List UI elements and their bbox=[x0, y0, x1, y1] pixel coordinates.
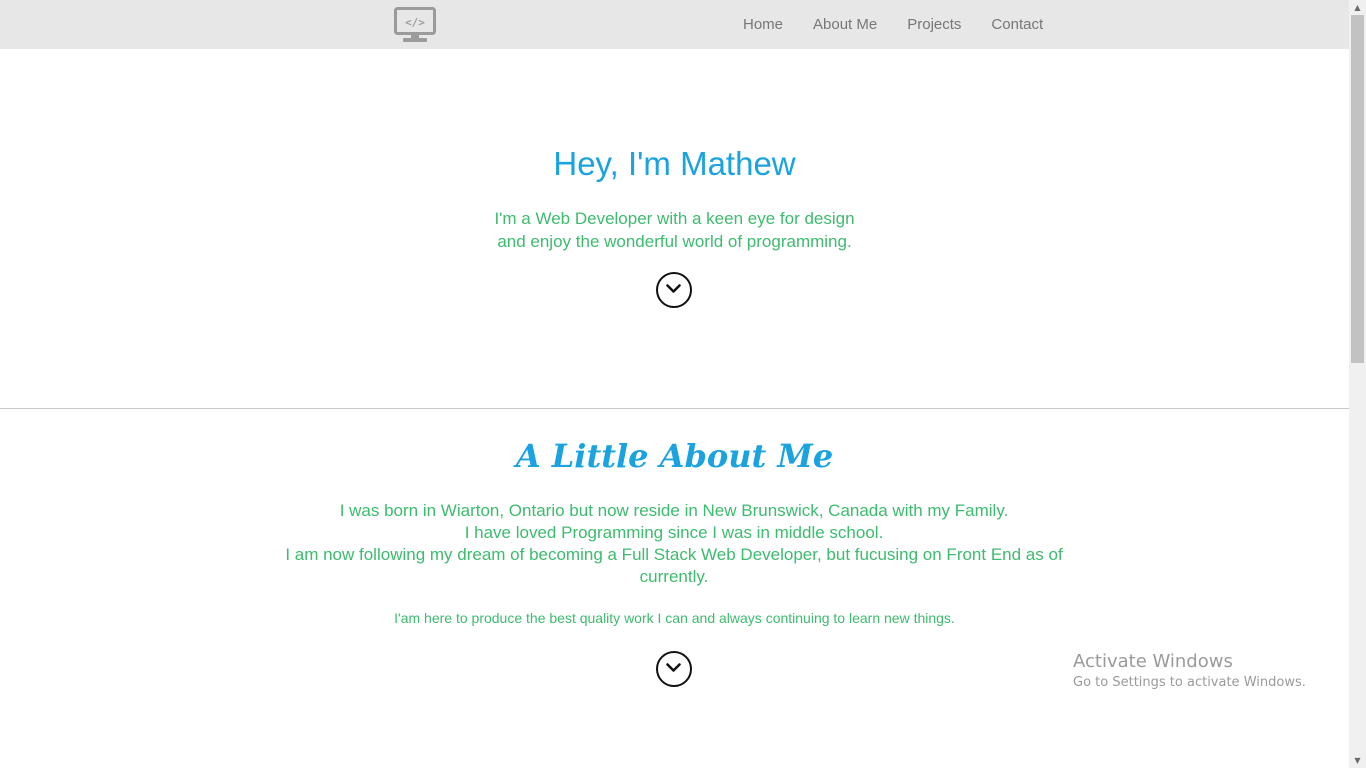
about-title: A Little About Me bbox=[515, 437, 834, 475]
scrollbar-thumb[interactable] bbox=[1351, 15, 1364, 363]
nav-link-projects[interactable]: Projects bbox=[892, 16, 976, 33]
about-paragraph: I was born in Wiarton, Ontario but now r… bbox=[274, 500, 1074, 588]
hero-section: Hey, I'm Mathew I'm a Web Developer with… bbox=[0, 49, 1349, 408]
about-line: I have loved Programming since I was in … bbox=[464, 523, 884, 542]
chevron-down-circle-icon[interactable] bbox=[656, 651, 692, 687]
page: </> Home About Me Projects Contact Hey, … bbox=[0, 0, 1366, 768]
about-line: I am now following my dream of becoming … bbox=[285, 545, 1063, 586]
nav-link-contact[interactable]: Contact bbox=[976, 16, 1058, 33]
vertical-scrollbar[interactable]: ▲ ▼ bbox=[1349, 0, 1366, 768]
svg-text:</>: </> bbox=[405, 16, 425, 29]
hero-subtitle-line: I'm a Web Developer with a keen eye for … bbox=[494, 209, 855, 228]
navbar: </> Home About Me Projects Contact bbox=[0, 0, 1349, 49]
hero-title: Hey, I'm Mathew bbox=[553, 145, 796, 182]
nav-link-about-me[interactable]: About Me bbox=[798, 16, 892, 33]
watermark-title: Activate Windows bbox=[1073, 651, 1233, 672]
section-divider bbox=[0, 408, 1349, 409]
hero-subtitle-line: and enjoy the wonderful world of program… bbox=[497, 232, 852, 251]
hero-subtitle: I'm a Web Developer with a keen eye for … bbox=[0, 207, 1349, 253]
chevron-down-circle-icon[interactable] bbox=[656, 272, 692, 308]
windows-activation-watermark: Activate Windows Go to Settings to activ… bbox=[1073, 651, 1306, 690]
watermark-subtitle: Go to Settings to activate Windows. bbox=[1073, 675, 1306, 690]
scroll-up-arrow-icon[interactable]: ▲ bbox=[1349, 0, 1366, 15]
nav-link-home[interactable]: Home bbox=[728, 16, 798, 33]
nav-links: Home About Me Projects Contact bbox=[728, 0, 1058, 49]
about-line: I was born in Wiarton, Ontario but now r… bbox=[339, 501, 1009, 520]
monitor-code-icon[interactable]: </> bbox=[394, 7, 436, 43]
scroll-down-arrow-icon[interactable]: ▼ bbox=[1349, 753, 1366, 768]
about-note: I'am here to produce the best quality wo… bbox=[394, 610, 955, 626]
